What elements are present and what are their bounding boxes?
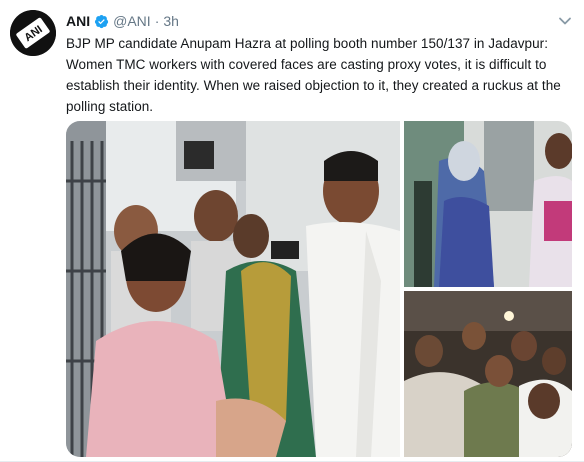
- author-handle[interactable]: @ANI: [113, 13, 151, 29]
- verified-badge-icon: [95, 14, 109, 28]
- photo-top-right[interactable]: [404, 121, 572, 287]
- ani-logo: ANI: [10, 10, 56, 56]
- header-separator: ·: [154, 13, 160, 29]
- tweet-header: ANI @ANI · 3h: [66, 12, 179, 30]
- photo-bottom-right[interactable]: [404, 291, 572, 457]
- media-grid: [66, 121, 572, 457]
- photo-bottom-right-image: [404, 291, 572, 457]
- tweet-text: BJP MP candidate Anupam Hazra at polling…: [66, 36, 561, 114]
- photo-main[interactable]: [66, 121, 400, 457]
- photo-top-right-image: [404, 121, 572, 287]
- photo-main-image: [66, 121, 400, 457]
- tweet-card[interactable]: ANI ANI @ANI · 3h BJP MP candidate Anupa…: [0, 0, 584, 462]
- tweet-timestamp[interactable]: 3h: [163, 13, 179, 29]
- chevron-down-icon[interactable]: [558, 14, 572, 28]
- author-name[interactable]: ANI: [66, 13, 90, 29]
- avatar[interactable]: ANI: [10, 10, 56, 56]
